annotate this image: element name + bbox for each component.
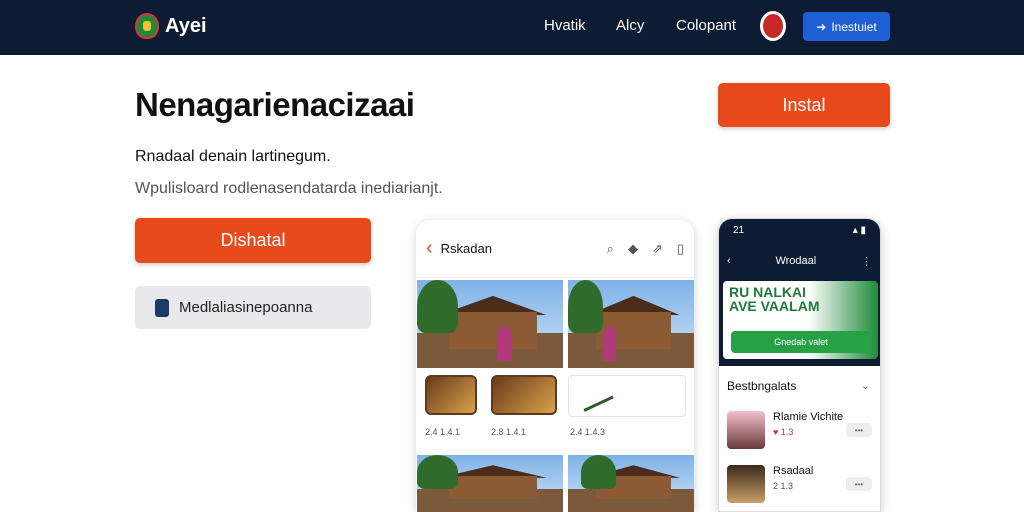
gallery-photo-3[interactable] [417, 455, 563, 512]
phone-mockup: 21 ▴ ▮ ‹ Wrodaal ⋮ RU NALKAI AVE VAALAM … [718, 218, 881, 512]
gallery-tile-3-meta: 2.4 1.4.3 [570, 418, 605, 437]
store-badge-button[interactable]: Medlaliasinepoanna [135, 286, 371, 329]
store-label: Medlaliasinepoanna [179, 299, 313, 316]
install-button[interactable]: Instal [718, 83, 890, 127]
tablet-title: Rskadan [440, 241, 492, 256]
more-button[interactable]: ••• [846, 477, 872, 491]
tablet-app-header: ‹ Rskadan ⌕ ◆ ⇗ ▯ [416, 220, 694, 278]
brand-name: Ayei [165, 14, 207, 37]
more-icon[interactable]: ⋮ [861, 255, 872, 268]
avatar [727, 465, 765, 503]
promo-banner: RU NALKAI AVE VAALAM Gnedab valet [719, 281, 880, 366]
tag-icon[interactable]: ◆ [628, 241, 638, 257]
person-name: Rsadaal [773, 465, 814, 477]
signal-icon: ▴ ▮ [852, 224, 866, 236]
phone-title: Wrodaal [775, 255, 817, 267]
arrow-icon: ➜ [816, 19, 827, 34]
person-name: Rlamie Vichite [773, 411, 844, 423]
brand-logo[interactable]: Ayei [135, 13, 207, 39]
chevron-down-icon[interactable]: ⌄ [861, 379, 870, 392]
more-button[interactable]: ••• [846, 423, 872, 437]
avatar [727, 411, 765, 449]
thumbnail [425, 375, 477, 415]
gallery-photo-4[interactable] [568, 455, 694, 512]
list-item[interactable]: Rsadaal 2 1.3 ••• [727, 465, 874, 505]
gallery-photo-1[interactable] [417, 280, 563, 368]
bookmark-icon[interactable]: ▯ [677, 241, 684, 257]
tile-caption: 2.8 1.4.1 [491, 427, 527, 437]
share-icon[interactable]: ⇗ [652, 241, 663, 257]
thumbnail [491, 375, 557, 415]
sign-in-button[interactable]: ➜ Inestuiet [803, 12, 890, 41]
download-button[interactable]: Dishatal [135, 218, 371, 263]
emblem-icon [760, 11, 786, 41]
gallery-tile-3[interactable] [568, 375, 686, 417]
section-title: Bestbngalats [727, 379, 797, 393]
tagline: Rnadaal denain lartinegum. [135, 148, 331, 165]
search-icon[interactable]: ⌕ [607, 241, 614, 257]
person-meta: 2 1.3 [773, 481, 794, 491]
sign-in-label: Inestuiet [831, 19, 877, 34]
subtitle: Wpulisloard rodlenasendatarda inediarian… [135, 180, 443, 197]
back-icon[interactable]: ‹ [727, 255, 731, 267]
nav-link-1[interactable]: Hvatik [544, 17, 586, 34]
crest-icon [135, 13, 159, 39]
tile-caption: 2.4 1.4.1 [425, 427, 461, 437]
page-title: Nenagarienacizaai [135, 86, 415, 123]
gallery-photo-2[interactable] [568, 280, 694, 368]
list-item[interactable]: Rlamie Vichite ♥ 1.3 ••• [727, 411, 874, 451]
banner-line-2: AVE VAALAM [729, 298, 820, 314]
status-time: 21 [733, 224, 745, 236]
nav-link-3[interactable]: Colopant [676, 17, 736, 34]
back-icon[interactable]: ‹ [426, 237, 433, 260]
gallery-tile-1[interactable]: 2.4 1.4.1 [425, 375, 477, 437]
tile-caption: 2.4 1.4.3 [570, 427, 606, 437]
banner-line-1: RU NALKAI [729, 284, 806, 300]
nav-link-2[interactable]: Alcy [616, 17, 644, 34]
phone-status-bar: 21 ▴ ▮ [719, 219, 880, 241]
plant-image [576, 380, 614, 412]
person-meta: ♥ 1.3 [773, 427, 794, 437]
banner-button[interactable]: Gnedab valet [731, 331, 871, 353]
phone-app-header: ‹ Wrodaal ⋮ [719, 241, 880, 281]
gallery-tile-2[interactable]: 2.8 1.4.1 [491, 375, 557, 437]
store-icon [155, 298, 169, 317]
